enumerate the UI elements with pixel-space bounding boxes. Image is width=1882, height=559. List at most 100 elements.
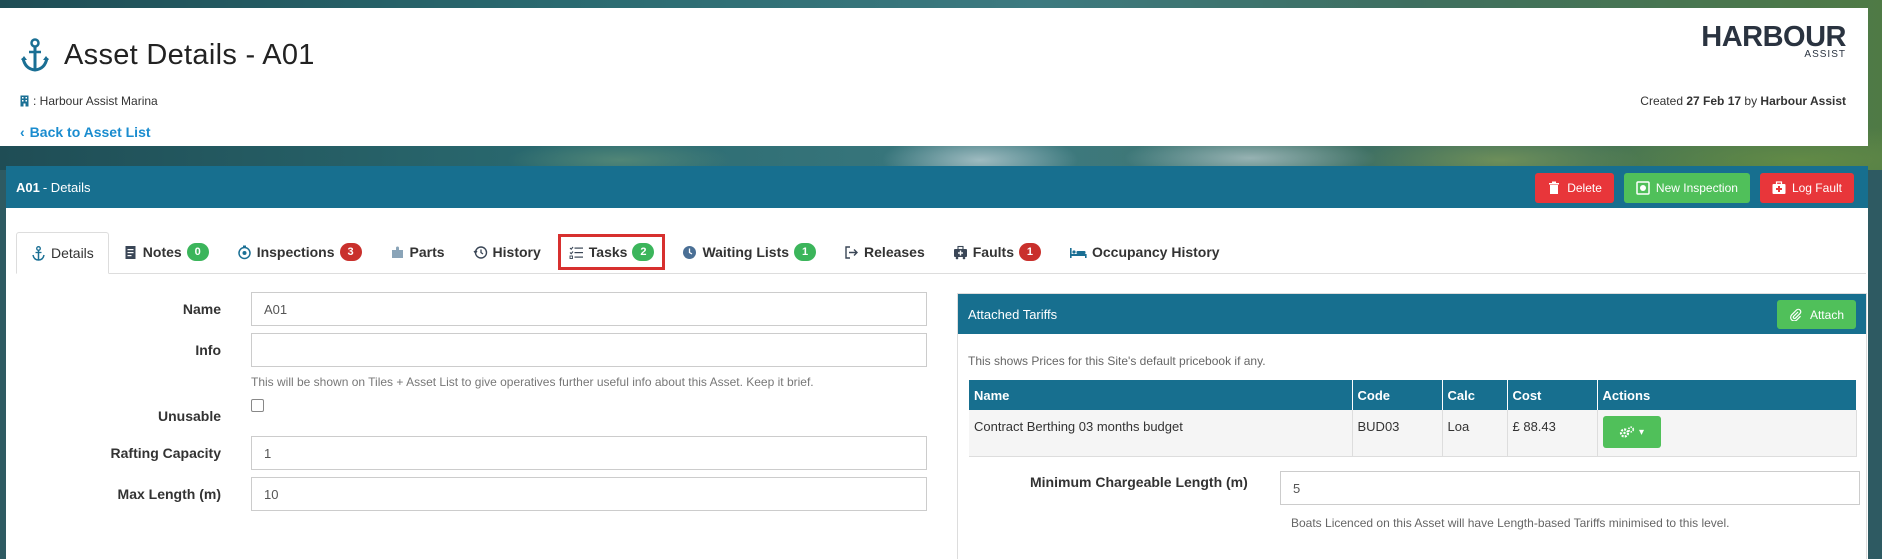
count-badge: 1	[794, 243, 817, 261]
tab-details[interactable]: Details	[16, 232, 109, 274]
name-label: Name	[182, 301, 221, 317]
column-header: Name	[969, 380, 1353, 410]
created-info: Created 27 Feb 17 by Harbour Assist	[1640, 94, 1846, 108]
column-header: Calc	[1442, 380, 1508, 410]
tab-occupancy-history[interactable]: Occupancy History	[1055, 231, 1234, 273]
column-header: Code	[1352, 380, 1443, 410]
min-chargeable-length-input[interactable]	[1280, 471, 1860, 505]
new-inspection-button[interactable]: New Inspection	[1623, 173, 1750, 203]
bed-icon	[1069, 247, 1087, 258]
harbour-assist-logo: HARBOUR ASSIST	[1701, 22, 1846, 60]
tab-history[interactable]: History	[459, 231, 555, 273]
column-header: Actions	[1597, 380, 1857, 410]
info-help-text: This will be shown on Tiles + Asset List…	[251, 375, 814, 389]
page-header: Asset Details - A01 : Harbour Assist Mar…	[0, 8, 1868, 146]
rafting-capacity-input[interactable]	[251, 436, 927, 470]
back-link-label: Back to Asset List	[29, 124, 151, 140]
count-badge: 2	[632, 243, 655, 261]
anchor-icon	[21, 38, 49, 72]
tab-waiting-lists[interactable]: Waiting Lists 1	[668, 231, 830, 273]
new-inspection-label: New Inspection	[1655, 181, 1738, 195]
task-list-icon	[569, 246, 583, 259]
asset-tabs: Details Notes 0 Inspections 3 Parts Hist…	[16, 232, 1866, 274]
tab-label: Details	[51, 245, 94, 261]
details-panel: A01 - Details Delete New Inspection Log …	[6, 166, 1868, 559]
page-title: Asset Details - A01	[64, 38, 315, 71]
tariff-actions-cell: ▾	[1597, 410, 1857, 457]
count-badge: 1	[1018, 243, 1041, 261]
rafting-capacity-label: Rafting Capacity	[110, 445, 221, 461]
asset-code: A01	[16, 179, 40, 195]
tab-releases[interactable]: Releases	[830, 231, 939, 273]
delete-label: Delete	[1567, 181, 1602, 195]
puzzle-icon	[391, 246, 403, 258]
anchor-icon	[32, 245, 45, 261]
count-badge: 3	[339, 243, 362, 261]
tab-label: Inspections	[256, 244, 335, 260]
cogs-icon	[1619, 425, 1635, 438]
logo-main-text: HARBOUR	[1701, 21, 1846, 53]
actions-dropdown-button[interactable]: ▾	[1602, 416, 1661, 448]
inspection-icon	[1636, 181, 1650, 195]
unusable-label: Unusable	[157, 408, 221, 424]
tab-inspections[interactable]: Inspections 3	[223, 231, 376, 273]
delete-button[interactable]: Delete	[1535, 173, 1614, 203]
log-fault-label: Log Fault	[1791, 181, 1842, 195]
tariffs-heading: Attached Tariffs Attach	[958, 294, 1866, 334]
attach-button[interactable]: Attach	[1776, 300, 1856, 329]
tab-notes[interactable]: Notes 0	[109, 231, 223, 273]
attach-label: Attach	[1809, 307, 1844, 322]
tariffs-title: Attached Tariffs	[968, 306, 1058, 322]
tab-label: History	[492, 244, 541, 260]
sign-out-icon	[845, 245, 859, 259]
count-badge: 0	[186, 243, 209, 261]
created-date: 27 Feb 17	[1686, 94, 1742, 108]
building-icon	[20, 95, 29, 107]
table-header-row: Name Code Calc Cost Actions	[969, 380, 1857, 410]
created-by: Harbour Assist	[1760, 94, 1846, 108]
history-icon	[473, 245, 487, 259]
max-length-label: Max Length (m)	[117, 486, 221, 502]
info-label: Info	[195, 342, 221, 358]
paperclip-icon	[1790, 308, 1802, 321]
tab-label: Faults	[972, 244, 1014, 260]
first-aid-icon	[1772, 181, 1786, 194]
tariff-name-cell: Contract Berthing 03 months budget	[969, 410, 1353, 457]
tab-label: Parts	[409, 244, 445, 260]
tab-label: Releases	[864, 244, 925, 260]
max-length-input[interactable]	[251, 477, 927, 511]
clock-icon	[683, 245, 697, 259]
tariff-cost-cell: £ 88.43	[1507, 410, 1598, 457]
chevron-left-icon: ‹	[20, 124, 25, 140]
log-fault-button[interactable]: Log Fault	[1759, 173, 1854, 203]
unusable-checkbox[interactable]	[251, 399, 264, 412]
tariffs-note: This shows Prices for this Site's defaul…	[968, 354, 1266, 368]
tariff-code-cell: BUD03	[1352, 410, 1443, 457]
created-by-prefix: by	[1744, 94, 1758, 108]
info-input[interactable]	[251, 333, 927, 367]
title-row: Asset Details - A01	[20, 38, 315, 72]
created-prefix: Created	[1640, 94, 1683, 108]
tab-label: Tasks	[588, 244, 628, 260]
tariff-calc-cell: Loa	[1442, 410, 1508, 457]
min-chargeable-length-label: Minimum Chargeable Length (m)	[1030, 474, 1248, 490]
name-input[interactable]	[251, 292, 927, 326]
tab-parts[interactable]: Parts	[376, 231, 459, 273]
site-info: : Harbour Assist Marina	[20, 94, 158, 108]
note-icon	[125, 245, 136, 259]
min-chargeable-length-help: Boats Licenced on this Asset will have L…	[1291, 516, 1730, 530]
tab-label: Notes	[142, 244, 182, 260]
back-to-asset-list-link[interactable]: ‹ Back to Asset List	[20, 124, 151, 140]
tab-label: Waiting Lists	[702, 244, 790, 260]
inspection-icon	[237, 245, 251, 259]
tab-tasks[interactable]: Tasks 2	[555, 231, 669, 273]
column-header: Cost	[1507, 380, 1598, 410]
table-row: Contract Berthing 03 months budget BUD03…	[969, 410, 1857, 457]
tab-label: Occupancy History	[1091, 244, 1220, 260]
panel-heading: A01 - Details Delete New Inspection Log …	[6, 166, 1868, 208]
site-name: : Harbour Assist Marina	[33, 94, 158, 108]
tab-faults[interactable]: Faults 1	[939, 231, 1055, 273]
caret-down-icon: ▾	[1638, 426, 1645, 438]
tariffs-table: Name Code Calc Cost Actions Contract Ber…	[969, 380, 1857, 457]
attached-tariffs-panel: Attached Tariffs Attach This shows Price…	[957, 293, 1867, 559]
